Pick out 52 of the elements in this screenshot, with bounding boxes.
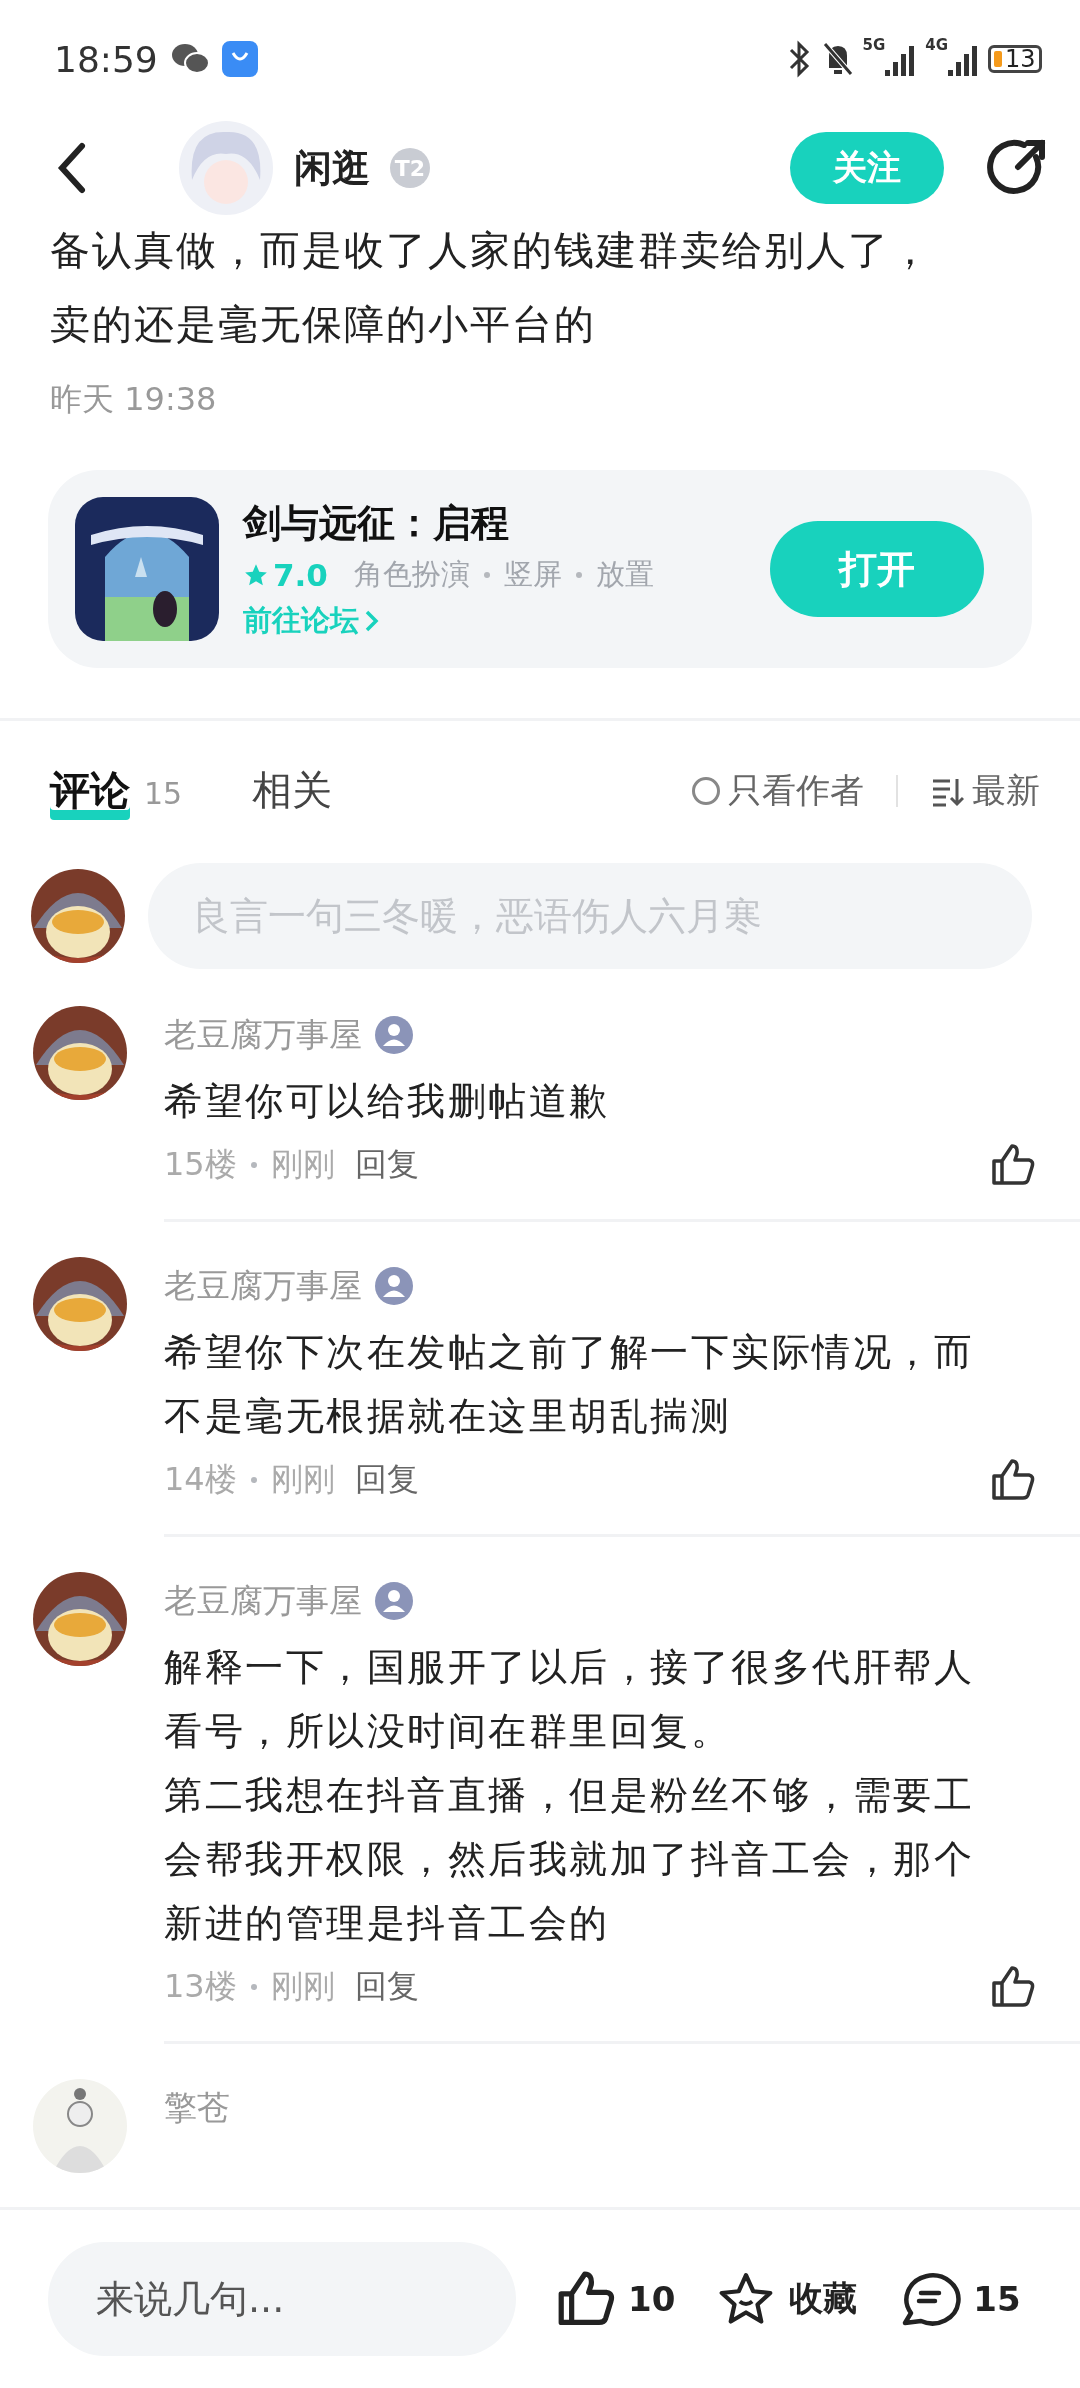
- sort-button[interactable]: 最新: [930, 768, 1040, 814]
- thumbs-up-icon: [556, 2270, 616, 2328]
- post-text: 备认真做，而是收了人家的钱建群卖给别人了，: [50, 226, 933, 275]
- like-button[interactable]: 10: [556, 2270, 676, 2328]
- battery-icon: 13: [988, 45, 1042, 73]
- comment-username: 擎苍: [164, 2086, 230, 2129]
- network-label: 4G: [925, 36, 948, 54]
- reply-button[interactable]: 回复: [354, 1965, 419, 2009]
- post-text: 卖的还是毫无保障的小平台的: [50, 300, 597, 349]
- comment-time: 刚刚: [270, 1459, 335, 1500]
- network-label: 5G: [862, 36, 886, 54]
- game-rating: 7.0: [243, 556, 328, 593]
- separator-dot: [250, 1162, 257, 1168]
- comment-username: 老豆腐万事屋: [164, 1013, 362, 1056]
- thumbs-up-icon[interactable]: [990, 1458, 1036, 1502]
- comment-username: 老豆腐万事屋: [164, 1579, 362, 1622]
- separator-dot: [575, 571, 582, 578]
- thumbs-up-icon[interactable]: [990, 1965, 1036, 2009]
- author-only-filter[interactable]: 只看作者: [692, 768, 864, 814]
- user-badge-icon: [374, 1581, 414, 1621]
- comment-floor: 13楼: [164, 1966, 237, 2007]
- comment-count-button[interactable]: 15: [897, 2269, 1021, 2329]
- game-icon: [75, 497, 219, 641]
- user-badge-icon: [374, 1266, 414, 1306]
- comments-tab[interactable]: 相关: [252, 762, 333, 820]
- comments-tab[interactable]: 评论 15: [50, 762, 183, 820]
- comment-username: 老豆腐万事屋: [164, 1264, 362, 1307]
- comment-text: 解释一下，国服开了以后，接了很多代肝帮人看号，所以没时间在群里回复。: [164, 1644, 975, 1755]
- author-name: 闲逛: [294, 144, 370, 192]
- comment-floor: 14楼: [164, 1459, 237, 1500]
- post-time: 昨天 19:38: [49, 379, 218, 420]
- thumbs-up-icon[interactable]: [990, 1143, 1036, 1187]
- game-tag: 放置: [595, 554, 654, 595]
- comment-text: 希望你下次在发帖之前了解一下实际情况，而不是毫无根据就在这里胡乱揣测: [164, 1329, 975, 1440]
- comment-time: 刚刚: [270, 1966, 335, 2007]
- separator-dot: [483, 571, 490, 578]
- reply-button[interactable]: 回复: [354, 1458, 419, 1502]
- comment-field[interactable]: 来说几句...: [48, 2242, 516, 2356]
- separator-dot: [250, 1477, 257, 1483]
- user-badge-icon: [374, 1015, 414, 1055]
- comment-floor: 15楼: [164, 1144, 237, 1185]
- comment-text: 希望你可以给我删帖道歉: [164, 1078, 611, 1125]
- reply-button[interactable]: 回复: [354, 1143, 419, 1187]
- game-tag: 竖屏: [503, 554, 562, 595]
- app-store-icon: [221, 41, 258, 77]
- status-time: 18:59: [54, 38, 158, 80]
- favorite-button[interactable]: 收藏: [715, 2269, 858, 2329]
- comment-time: 刚刚: [270, 1144, 335, 1185]
- game-title: 剑与远征：启程: [243, 499, 510, 547]
- game-tag: 角色扮演: [353, 554, 470, 595]
- comment-text: 第二我想在抖音直播，但是粉丝不够，需要工会帮我开权限，然后我就加了抖音工会，那个新进的管理是抖音工会的: [164, 1772, 975, 1947]
- separator-dot: [250, 1984, 257, 1990]
